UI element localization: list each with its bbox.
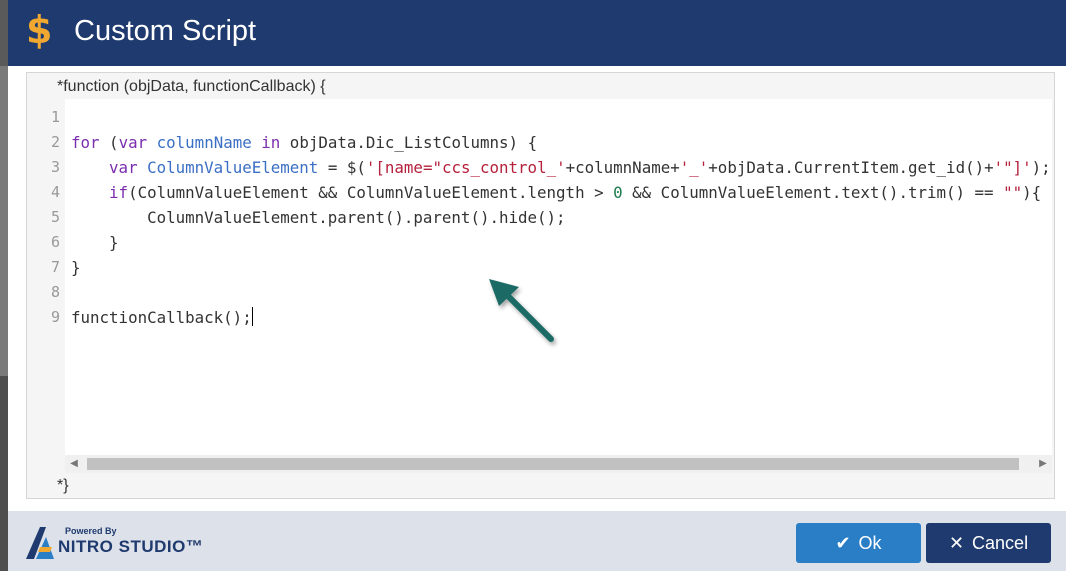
dollar-icon: $ [26,8,53,52]
dialog-footer: Powered By NITRO STUDIO™ ✔ Ok ✕ Cancel [8,511,1066,571]
line-number: 4 [50,183,60,201]
function-signature: *function (objData, functionCallback) { [57,78,326,95]
line-number-gutter: 1 2 3 4 5 6 7 8 9 [27,99,65,473]
closing-brace: } [63,477,69,494]
dialog-title: Custom Script [74,15,257,47]
line-number: 7 [50,258,60,276]
line-number: 6 [50,233,60,251]
background-strip [0,66,8,571]
ok-button[interactable]: ✔ Ok [796,523,921,563]
line-number: 2 [50,133,60,151]
dialog-titlebar: $ Custom Script [8,0,1066,66]
check-icon: ✔ [835,533,851,554]
ok-button-label: Ok [858,533,882,553]
line-number: 3 [50,158,60,176]
scroll-right-icon[interactable]: ▶ [1034,455,1052,473]
logo-brand: NITRO STUDIO™ [58,537,204,556]
code-text-area[interactable]: for (var columnName in objData.Dic_ListC… [65,99,1052,455]
nitro-logo-icon [26,527,54,559]
close-icon: ✕ [948,533,965,554]
function-close: *} [57,476,69,496]
line-number: 8 [50,283,60,301]
custom-script-dialog: $ Custom Script *function (objData, func… [8,0,1066,571]
script-editor: *function (objData, functionCallback) { … [26,72,1055,499]
nitro-studio-logo: Powered By NITRO STUDIO™ [24,525,224,561]
line-number: 1 [50,108,60,126]
horizontal-scrollbar[interactable]: ◀ ▶ [65,455,1052,473]
scrollbar-thumb[interactable] [87,458,1019,470]
line-number: 9 [50,308,60,326]
cancel-button[interactable]: ✕ Cancel [926,523,1051,563]
annotation-arrow [489,279,554,342]
scroll-left-icon[interactable]: ◀ [65,455,83,473]
line-number: 5 [50,208,60,226]
logo-powered-by: Powered By [65,526,117,536]
cancel-button-label: Cancel [972,533,1029,553]
